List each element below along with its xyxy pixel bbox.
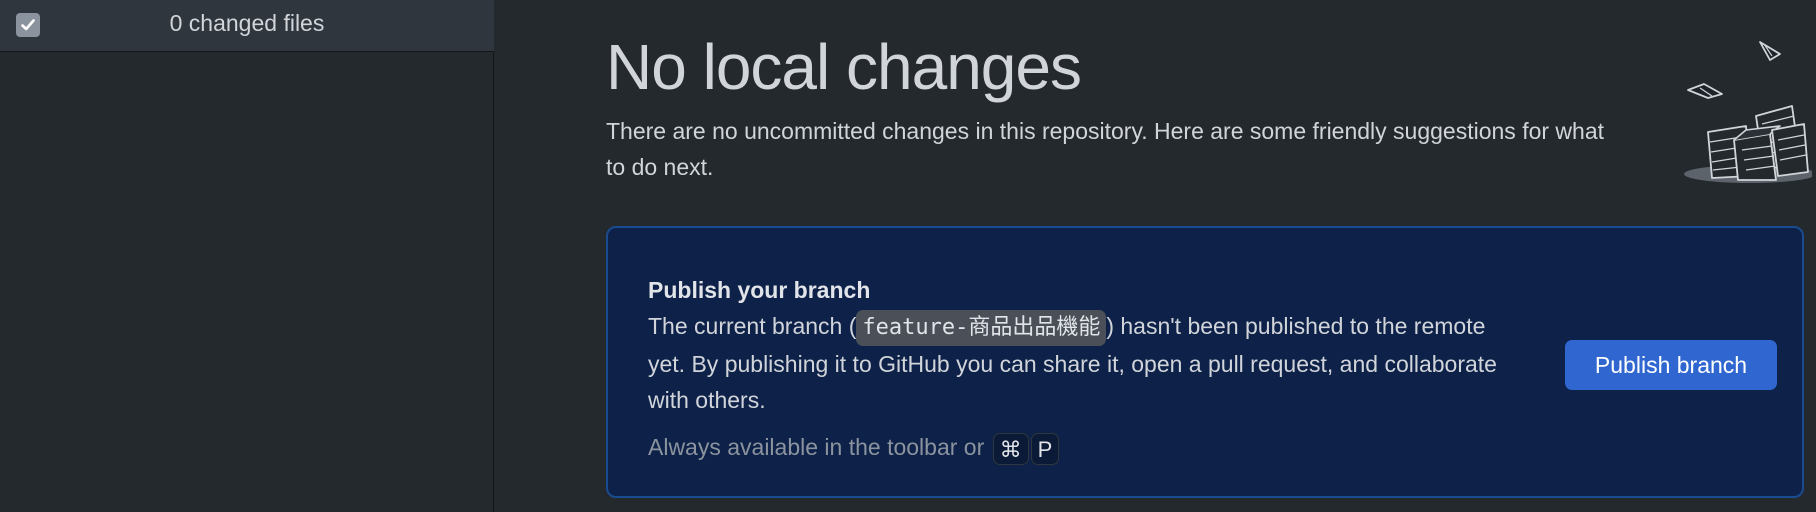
suggestion-title: Publish your branch [648, 277, 871, 303]
checkmark-icon [21, 19, 35, 31]
suggestion-text: Publish your branch The current branch (… [648, 272, 1528, 465]
command-key: ⌘ [992, 432, 1029, 465]
description-prefix: The current branch ( [648, 313, 857, 339]
toolbar-hint: Always available in the toolbar or ⌘ P [648, 430, 1528, 465]
github-desktop-window: 0 changed files No local changes There a… [0, 0, 1816, 512]
page-title: No local changes [606, 31, 1082, 103]
no-changes-view: No local changes There are no uncommitte… [494, 0, 1816, 512]
publish-branch-suggestion: Publish your branch The current branch (… [606, 226, 1804, 498]
p-key: P [1030, 432, 1060, 465]
suggestion-description: The current branch (feature-商品出品機能) hasn… [648, 308, 1528, 418]
select-all-checkbox[interactable] [16, 13, 40, 37]
changed-files-count: 0 changed files [169, 10, 325, 36]
publish-branch-button[interactable]: Publish branch [1565, 340, 1777, 390]
page-subtitle: There are no uncommitted changes in this… [606, 118, 1605, 180]
branch-name-chip: feature-商品出品機能 [856, 310, 1107, 346]
changes-list-header: 0 changed files [0, 0, 494, 52]
changes-sidebar: 0 changed files [0, 0, 494, 512]
hint-text: Always available in the toolbar or [648, 434, 985, 460]
empty-papers-illustration-icon [1684, 41, 1812, 183]
